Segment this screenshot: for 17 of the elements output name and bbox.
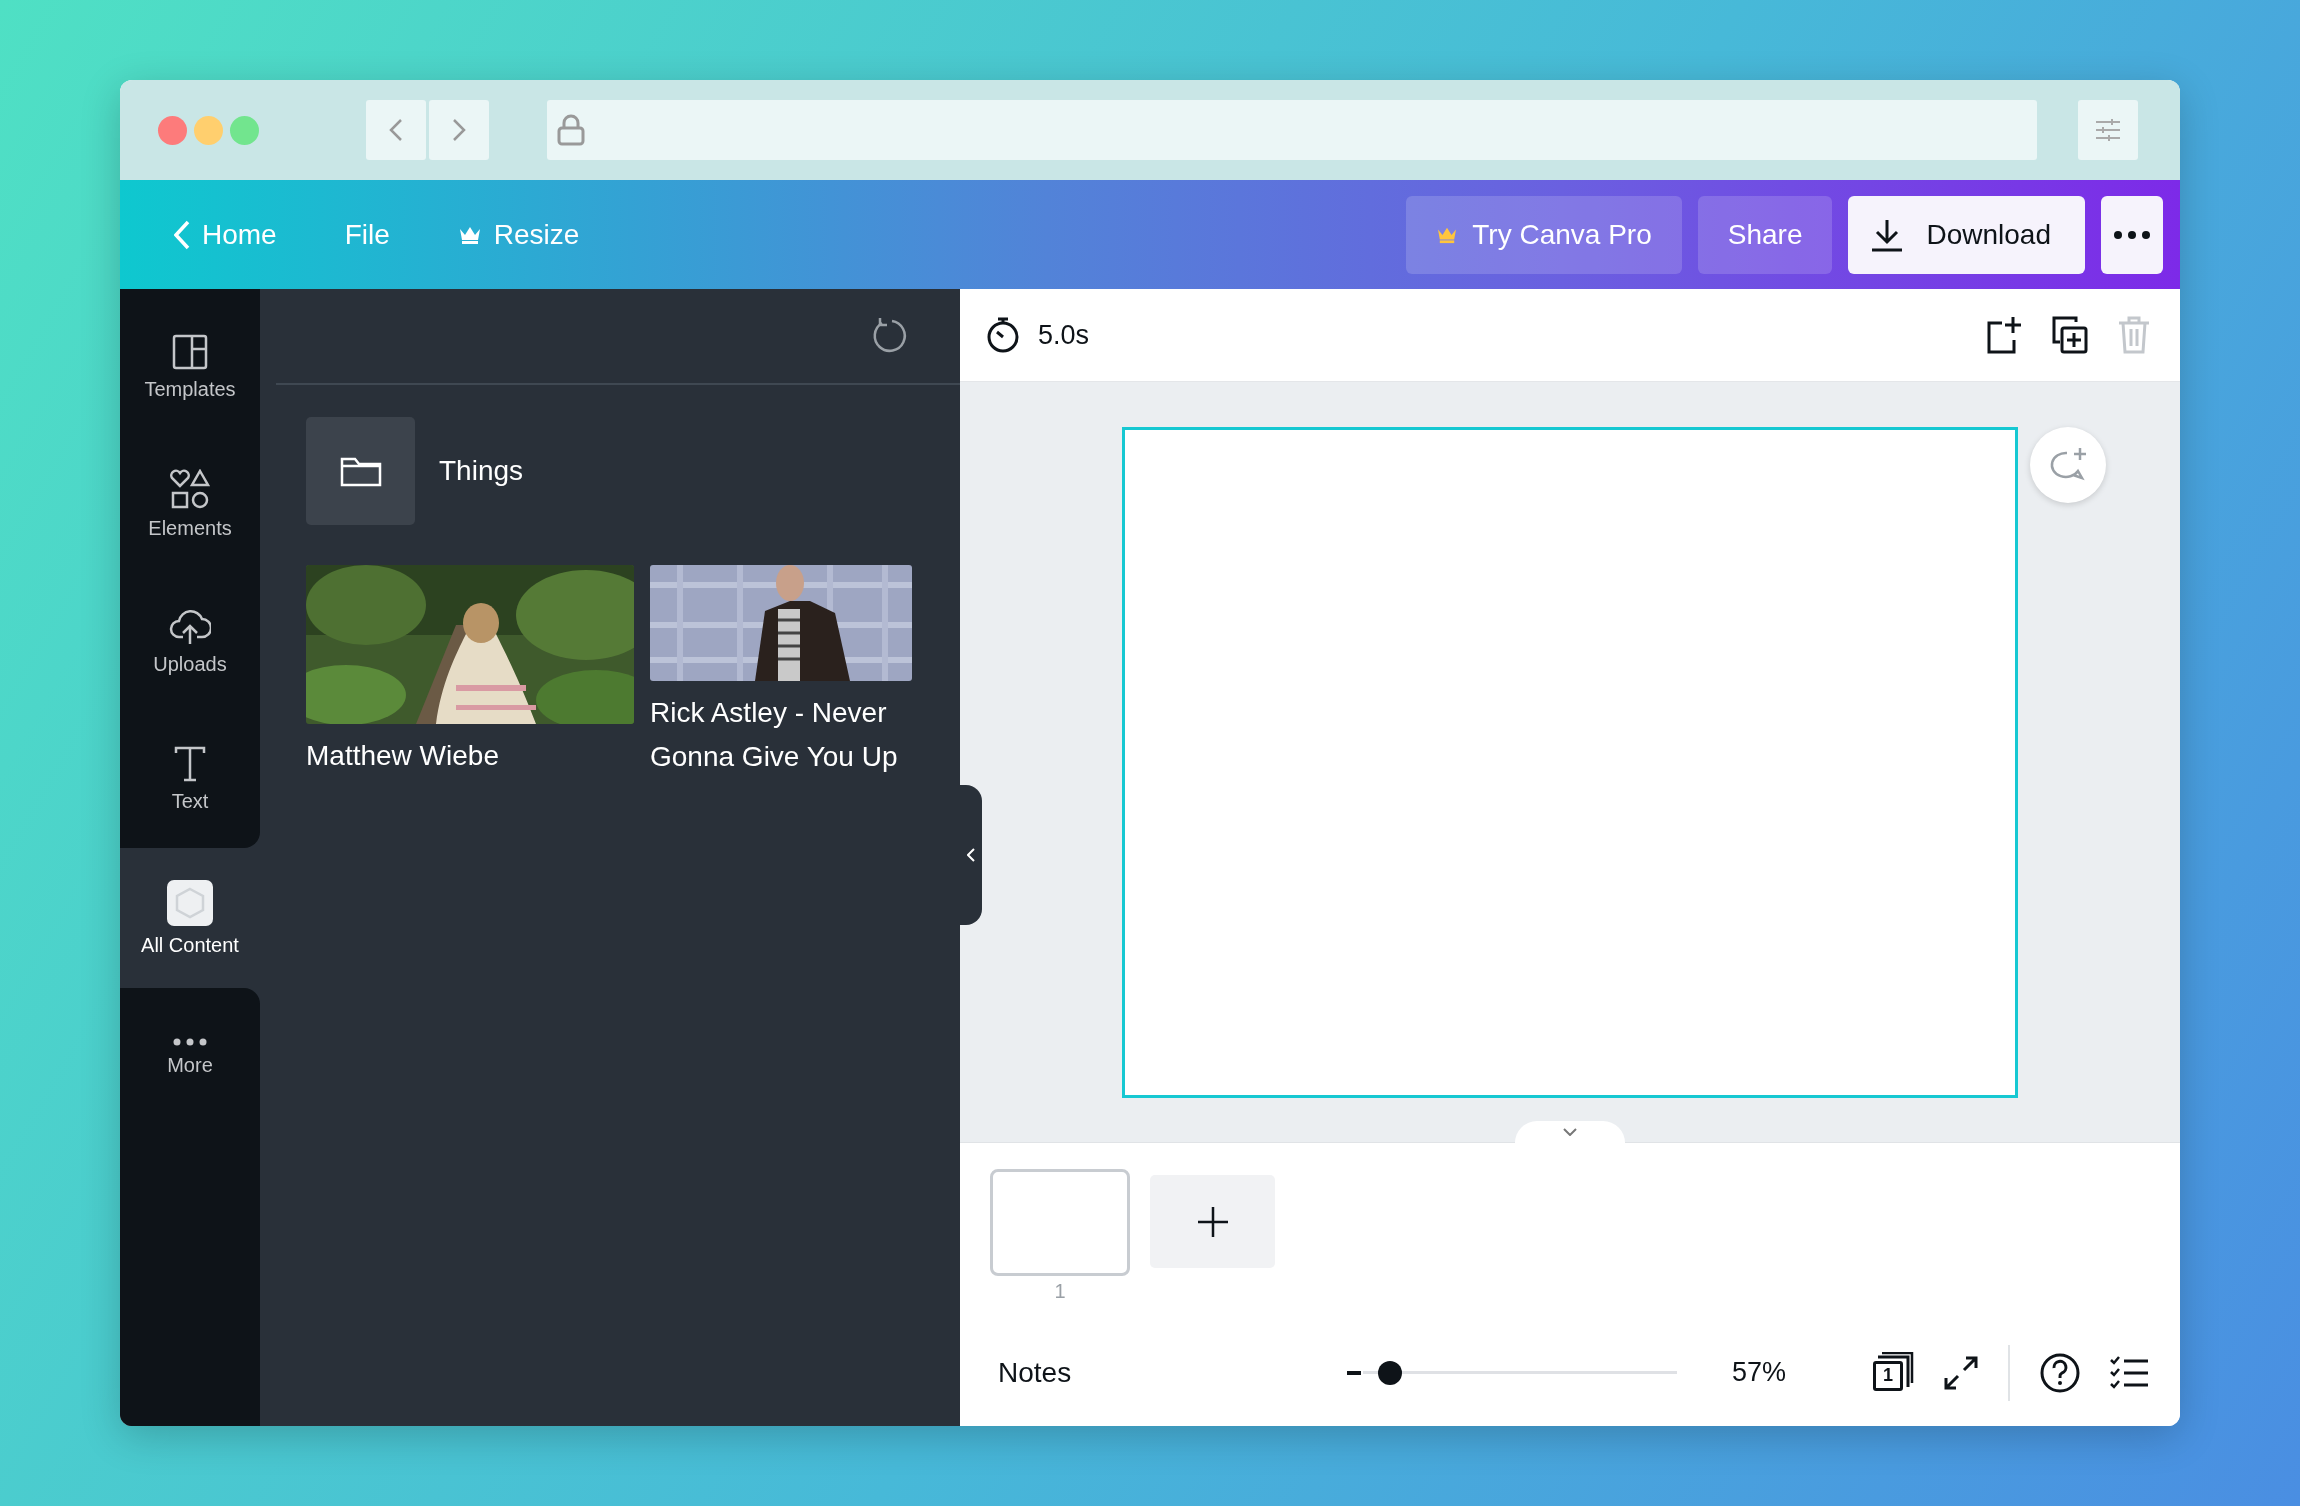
page-count: 1 [1873,1360,1903,1391]
page-number: 1 [1054,1280,1066,1303]
sidebar-item[interactable]: Uploads [120,573,260,711]
media-caption: Matthew Wiebe [306,739,500,773]
sidebar-item[interactable]: All Content [120,848,260,988]
page-count-button[interactable]: 1 [1868,1351,1914,1394]
zoom-percentage[interactable]: 57% [1732,1357,1818,1388]
sidebar-item[interactable]: Templates [120,299,260,437]
duration-label[interactable]: 5.0s [1038,319,1090,351]
media-caption: Rick Astley - Never Gonna Give You Up [650,696,899,774]
upgrade-button[interactable]: Try Canva Pro [1406,195,1682,274]
share-button[interactable]: Share [1697,195,1833,274]
download-button[interactable]: Download [1848,195,2085,274]
folder-name[interactable]: Things [439,455,524,487]
notes-button[interactable]: Notes [998,1356,1347,1389]
sidebar-item[interactable]: Text [120,710,260,848]
sidebar-item[interactable]: Elements [120,436,260,574]
